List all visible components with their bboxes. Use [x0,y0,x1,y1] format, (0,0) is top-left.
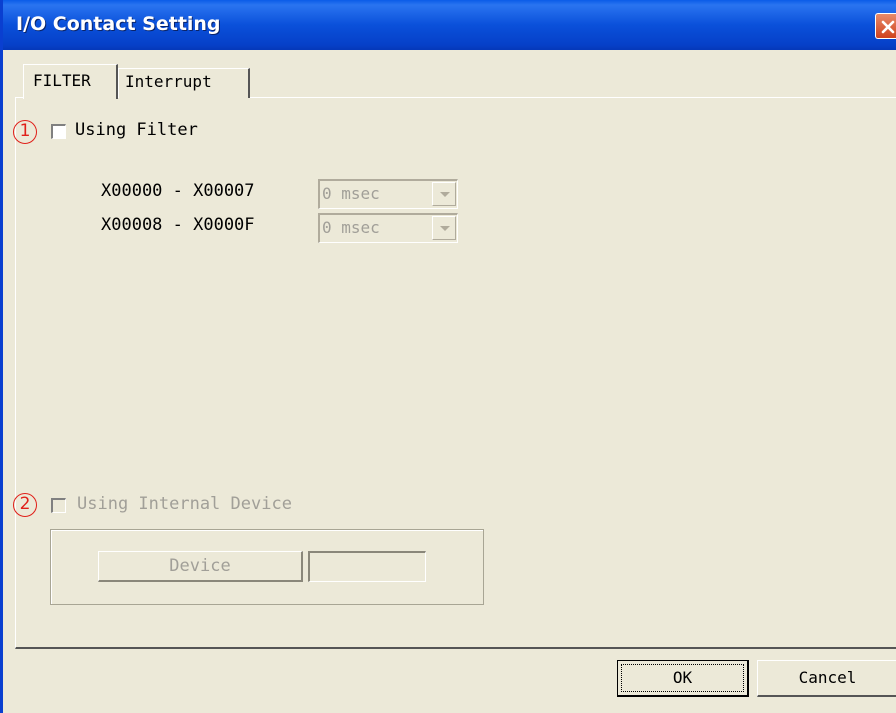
focus-rect [621,664,744,692]
chevron-down-icon[interactable] [432,216,456,240]
window-title: I/O Contact Setting [16,13,221,35]
io-contact-setting-dialog: I/O Contact Setting FILTER Interrupt 1 U… [0,0,896,713]
tab-interrupt[interactable]: Interrupt [118,68,250,98]
filter-time-value-1: 0 msec [322,184,380,203]
device-field[interactable] [308,551,426,582]
filter-time-select-1[interactable]: 0 msec [318,179,458,209]
tab-filter-label: FILTER [33,71,91,90]
using-filter-checkbox[interactable] [51,124,66,139]
tab-interrupt-label: Interrupt [125,72,212,91]
range-label-1: X00000 - X00007 [101,181,255,201]
device-button[interactable]: Device [98,551,303,582]
range-label-2: X00008 - X0000F [101,215,255,235]
close-button[interactable] [875,13,896,39]
filter-time-select-2[interactable]: 0 msec [318,213,458,243]
using-internal-device-label: Using Internal Device [77,494,292,514]
title-bar[interactable]: I/O Contact Setting [3,0,896,50]
ok-button[interactable]: OK [617,660,749,697]
using-filter-label: Using Filter [75,120,198,140]
cancel-button[interactable]: Cancel [757,660,896,697]
filter-time-value-2: 0 msec [322,218,380,237]
marker-1: 1 [13,120,37,144]
marker-2: 2 [13,493,37,517]
chevron-down-icon[interactable] [432,182,456,206]
cancel-label: Cancel [798,668,857,687]
tab-filter[interactable]: FILTER [23,64,118,99]
using-internal-device-checkbox[interactable] [51,498,66,513]
close-icon [881,20,895,34]
